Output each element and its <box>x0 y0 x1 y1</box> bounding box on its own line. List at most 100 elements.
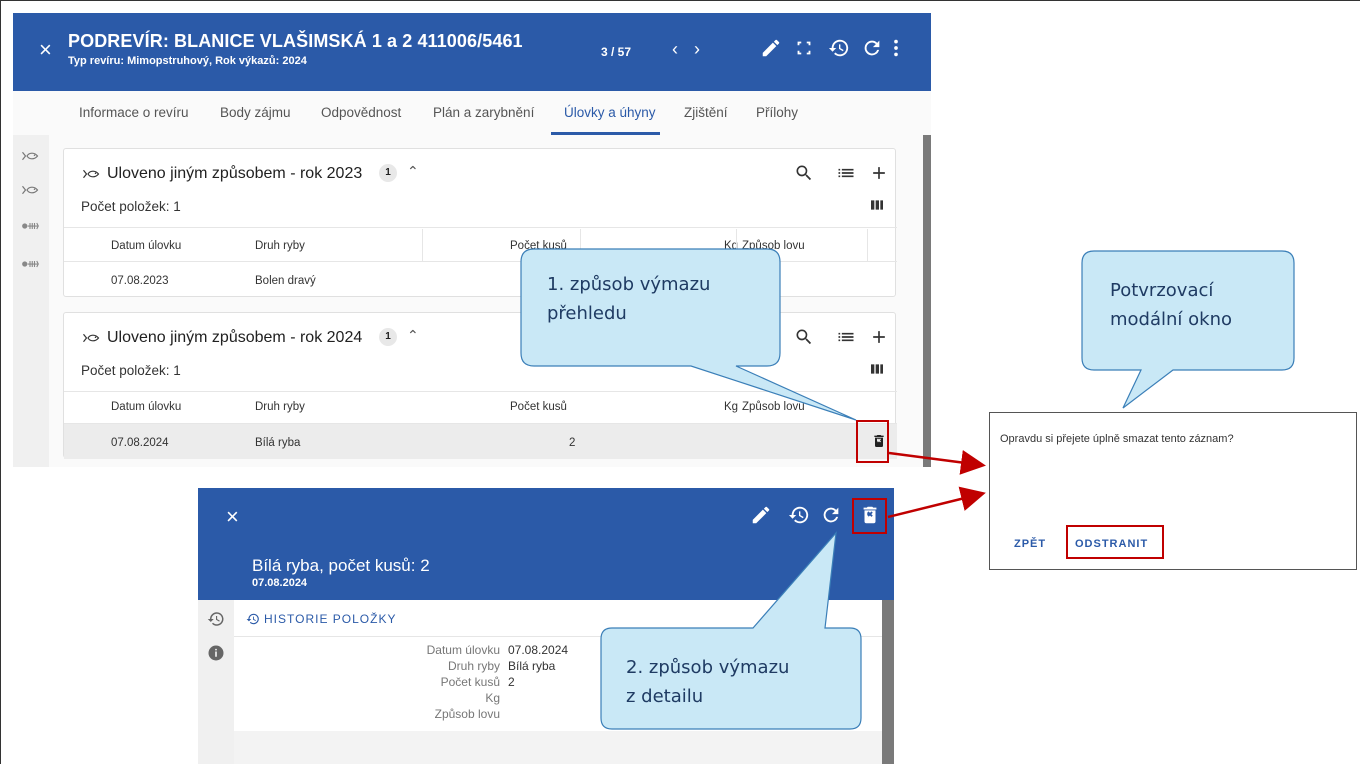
chevron-up-icon[interactable]: ⌃ <box>407 327 419 344</box>
more-vert-icon[interactable] <box>885 37 907 59</box>
tab-body-zajmu[interactable]: Body zájmu <box>220 105 291 120</box>
close-icon[interactable]: × <box>226 504 239 530</box>
record-header: × PODREVÍR: BLANICE VLAŠIMSKÁ 1 a 2 4110… <box>13 13 931 91</box>
detail-date: 07.08.2024 <box>252 577 308 589</box>
field-label: Druh ryby <box>447 659 500 673</box>
column-separator <box>580 229 581 261</box>
history-icon[interactable] <box>828 37 850 59</box>
columns-icon[interactable] <box>869 197 885 213</box>
highlight-box <box>1066 525 1164 559</box>
tab-informace[interactable]: Informace o revíru <box>79 105 189 120</box>
items-count: Počet položek: 1 <box>81 199 181 214</box>
column-separator <box>867 229 868 261</box>
scrollbar[interactable] <box>923 135 931 467</box>
cell-date: 07.08.2024 <box>111 437 169 449</box>
fish-icon <box>82 331 100 345</box>
left-rail <box>13 135 49 467</box>
refresh-icon[interactable] <box>820 504 842 526</box>
fish-icon <box>82 167 100 181</box>
chevron-up-icon[interactable]: ⌃ <box>407 163 419 180</box>
info-icon[interactable] <box>207 644 225 662</box>
divider <box>64 391 897 392</box>
tab-plan[interactable]: Plán a zarybnění <box>433 105 534 120</box>
field-value: 07.08.2024 <box>508 643 569 657</box>
confirm-dialog: Opravdu si přejete úplně smazat tento zá… <box>989 412 1357 570</box>
history-title: HISTORIE POLOŽKY <box>264 612 397 626</box>
record-window: × PODREVÍR: BLANICE VLAŠIMSKÁ 1 a 2 4110… <box>13 13 931 467</box>
fullscreen-icon[interactable] <box>793 37 815 59</box>
detail-window: × Bílá ryba, počet kusů: 2 07.08.2024 HI… <box>198 488 894 764</box>
highlight-box <box>852 498 887 534</box>
search-icon[interactable] <box>794 327 814 347</box>
column-separator <box>736 229 737 261</box>
callout-text: Potvrzovací modální okno <box>1110 276 1232 334</box>
callout-line: přehledu <box>547 303 627 324</box>
cell-species: Bílá ryba <box>255 437 301 449</box>
close-icon[interactable]: × <box>39 37 52 63</box>
detail-header: × Bílá ryba, počet kusů: 2 07.08.2024 <box>198 488 894 600</box>
column-header[interactable]: Počet kusů <box>510 401 567 413</box>
callout-line: 2. způsob výmazu <box>626 657 790 678</box>
column-header[interactable]: Způsob lovu <box>742 240 805 252</box>
detail-rail <box>198 600 234 764</box>
cell-count: 2 <box>569 437 576 449</box>
tab-prilohy[interactable]: Přílohy <box>756 105 798 120</box>
divider <box>64 227 897 228</box>
count-badge: 1 <box>379 328 397 346</box>
fish-icon[interactable] <box>21 149 39 163</box>
section-2023: Uloveno jiným způsobem - rok 2023 1 ⌃ Po… <box>63 148 897 297</box>
column-header[interactable]: Počet kusů <box>510 240 567 252</box>
callout-text: 1. způsob výmazu přehledu <box>547 270 710 328</box>
arrow <box>887 486 986 519</box>
field-label: Počet kusů <box>440 675 500 689</box>
edit-icon[interactable] <box>760 37 782 59</box>
count-badge: 1 <box>379 164 397 182</box>
callout-line: modální okno <box>1110 309 1232 330</box>
back-button[interactable]: ZPĚT <box>1014 538 1046 550</box>
detail-footer-area <box>234 731 882 764</box>
field-label: Způsob lovu <box>434 707 500 721</box>
table-row[interactable] <box>64 424 897 459</box>
list-icon[interactable] <box>836 163 856 183</box>
cell-date: 07.08.2023 <box>111 275 169 287</box>
callout-line: z detailu <box>626 686 704 707</box>
chevron-right-icon[interactable]: › <box>694 39 700 60</box>
column-header[interactable]: Druh ryby <box>255 401 305 413</box>
callout-line: Potvrzovací <box>1110 280 1214 301</box>
history-icon[interactable] <box>207 610 225 628</box>
detail-title: Bílá ryba, počet kusů: 2 <box>252 556 430 575</box>
callout-text: 2. způsob výmazu z detailu <box>626 653 789 711</box>
column-header[interactable]: Datum úlovku <box>111 240 181 252</box>
fish-bone-icon[interactable] <box>21 257 39 271</box>
column-header[interactable]: Druh ryby <box>255 240 305 252</box>
add-icon[interactable] <box>869 327 889 347</box>
search-icon[interactable] <box>794 163 814 183</box>
column-header[interactable]: Způsob lovu <box>742 401 805 413</box>
divider <box>64 261 897 262</box>
cell-species: Bolen dravý <box>255 275 316 287</box>
refresh-icon[interactable] <box>861 37 883 59</box>
highlight-box <box>856 420 889 463</box>
field-value: Bílá ryba <box>508 659 556 673</box>
column-header[interactable]: Kg <box>724 401 738 413</box>
edit-icon[interactable] <box>750 504 772 526</box>
fish-bone-icon[interactable] <box>21 219 39 233</box>
history-icon <box>246 612 260 626</box>
field-label: Kg <box>485 691 500 705</box>
active-tab-indicator <box>551 132 660 135</box>
add-icon[interactable] <box>869 163 889 183</box>
history-icon[interactable] <box>788 504 810 526</box>
list-icon[interactable] <box>836 327 856 347</box>
tab-zjisteni[interactable]: Zjištění <box>684 105 728 120</box>
tab-odpovednost[interactable]: Odpovědnost <box>321 105 401 120</box>
tab-ulovky[interactable]: Úlovky a úhyny <box>564 105 656 120</box>
columns-icon[interactable] <box>869 361 885 377</box>
pager-text: 3 / 57 <box>601 45 632 59</box>
fish-icon[interactable] <box>21 183 39 197</box>
scrollbar[interactable] <box>882 600 894 764</box>
divider <box>234 636 882 637</box>
chevron-left-icon[interactable]: ‹ <box>672 39 678 60</box>
column-header[interactable]: Datum úlovku <box>111 401 181 413</box>
section-title: Uloveno jiným způsobem - rok 2024 <box>107 329 363 346</box>
record-subtitle: Typ revíru: Mimopstruhový, Rok výkazů: 2… <box>68 55 307 67</box>
